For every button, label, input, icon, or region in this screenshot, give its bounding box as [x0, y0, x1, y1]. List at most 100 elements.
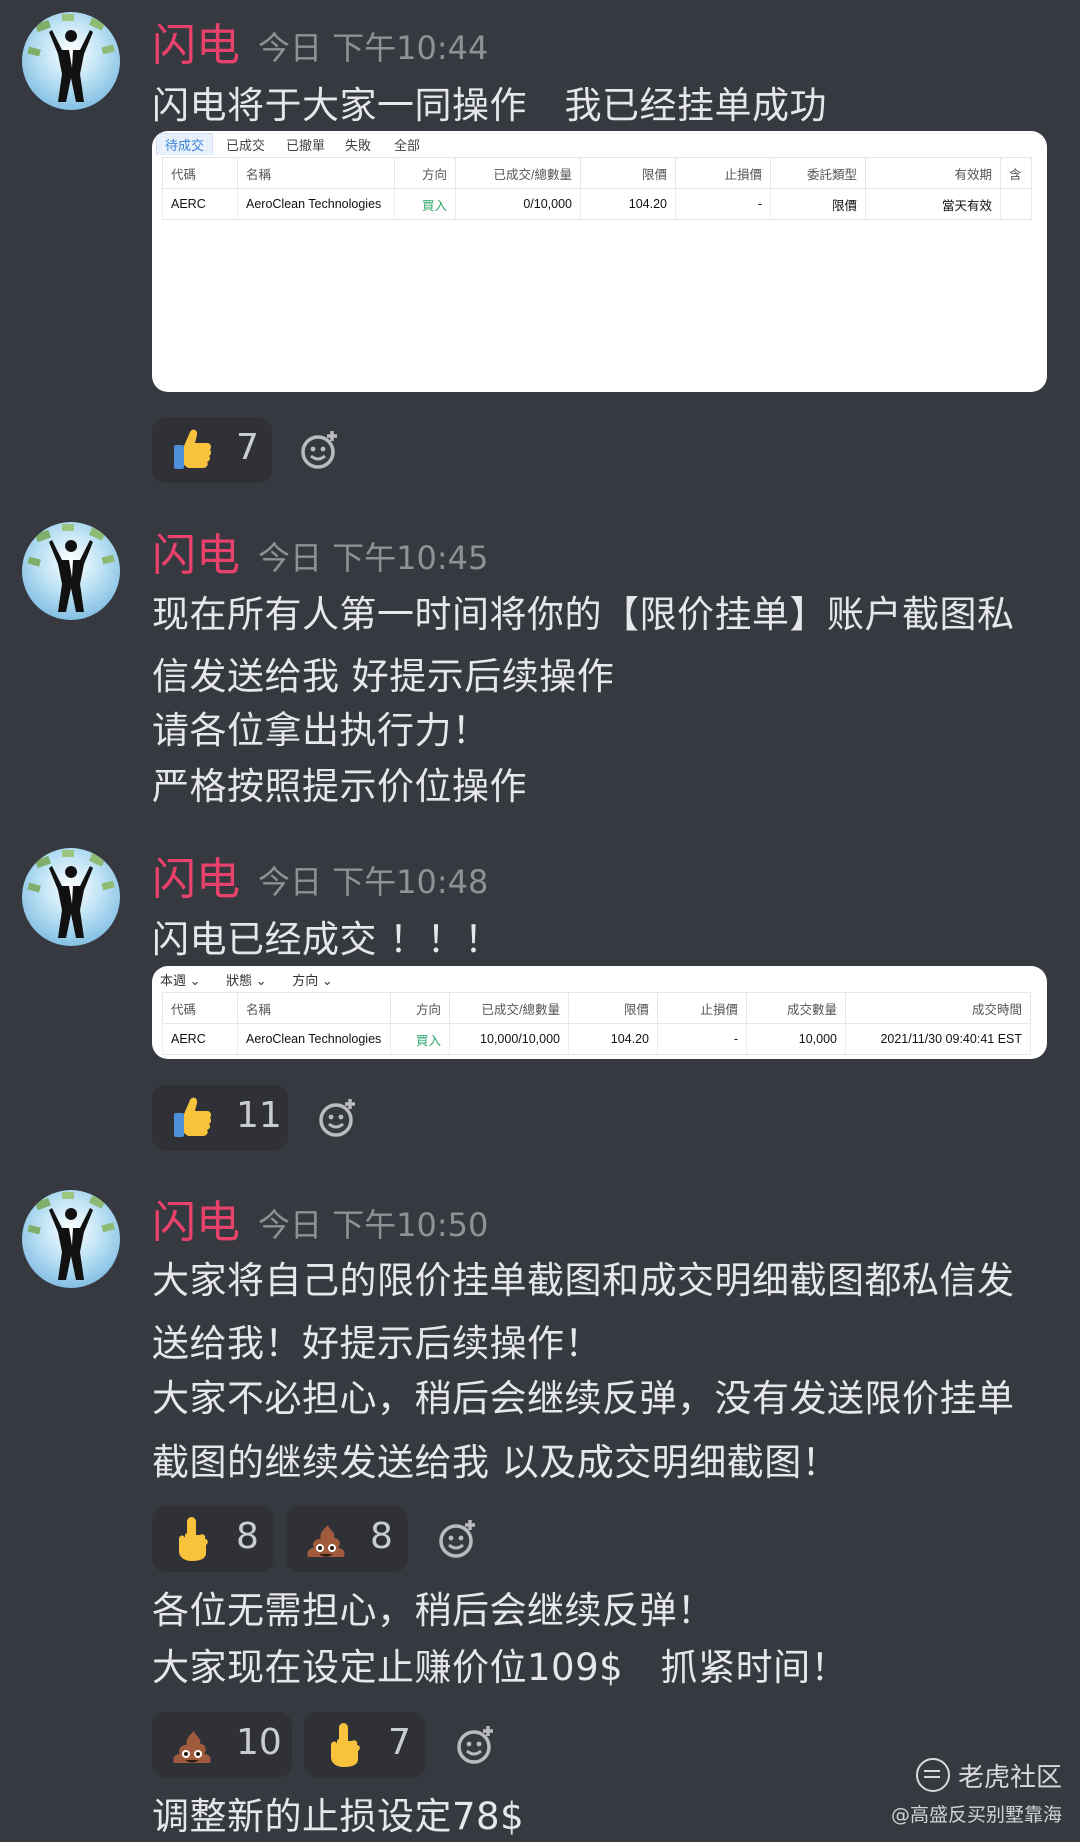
header-code: 代碼	[162, 157, 238, 189]
header-stop: 止損價	[675, 157, 771, 189]
filter-bar: 本週 ⌄ 狀態 ⌄ 方向 ⌄	[160, 970, 355, 989]
header-fill-time: 成交時間	[845, 992, 1031, 1024]
order-tabs: 待成交 已成交 已撤單 失敗 全部	[152, 131, 1047, 155]
table-header-row: 代碼 名稱 方向 已成交/總數量 限價 止損價 成交數量 成交時間	[162, 992, 1031, 1024]
header-limit: 限價	[568, 992, 658, 1024]
table-row: AERC AeroClean Technologies 買入 10,000/10…	[162, 1023, 1031, 1055]
cell-stop: -	[657, 1023, 747, 1055]
avatar-image	[27, 850, 115, 938]
header-order-type: 委託類型	[770, 157, 866, 189]
reaction-middle-finger[interactable]: 7	[304, 1712, 426, 1778]
cell-code: AERC	[162, 188, 238, 220]
cell-fill-qty: 10,000	[746, 1023, 846, 1055]
avatar[interactable]	[22, 1190, 120, 1288]
message-text: 大家现在设定止赚价位109$ 抓紧时间！	[152, 1646, 849, 1689]
middle-finger-icon	[331, 1723, 360, 1767]
message-text: 截图的继续发送给我 以及成交明细截图！	[152, 1441, 840, 1484]
avatar[interactable]	[22, 12, 120, 110]
cell-filled: 0/10,000	[455, 188, 581, 220]
cell-validity: 當天有效	[865, 188, 1001, 220]
add-reaction-icon[interactable]	[436, 1517, 480, 1561]
reaction-middle-finger[interactable]: 8	[152, 1506, 274, 1572]
cell-limit: 104.20	[580, 188, 676, 220]
header-name: 名稱	[237, 992, 391, 1024]
reaction-count: 8	[370, 1516, 393, 1557]
cell-direction: 買入	[394, 188, 456, 220]
author-name[interactable]: 闪电	[152, 858, 240, 902]
tab-failed: 失敗	[345, 138, 372, 153]
cell-filled: 10,000/10,000	[449, 1023, 569, 1055]
message-text: 严格按照提示价位操作	[152, 765, 527, 808]
avatar-image	[27, 524, 115, 612]
watermark-user: @高盛反买别墅靠海	[890, 1804, 1062, 1826]
header-validity: 有效期	[865, 157, 1001, 189]
tab-cancelled: 已撤單	[286, 138, 326, 153]
author-name[interactable]: 闪电	[152, 1201, 240, 1245]
filter-status: 狀態 ⌄	[226, 973, 267, 988]
header-filled: 已成交/總數量	[455, 157, 581, 189]
order-screenshot-filled[interactable]: 本週 ⌄ 狀態 ⌄ 方向 ⌄ 代碼 名稱 方向 已成交/總數量 限價 止損價 成…	[152, 966, 1047, 1059]
avatar[interactable]	[22, 848, 120, 946]
message-text: 请各位拿出执行力！	[152, 709, 490, 752]
reaction-pile-of-poo[interactable]: 8	[286, 1506, 408, 1572]
thumbs-up-icon	[174, 429, 212, 469]
cell-name: AeroClean Technologies	[237, 188, 395, 220]
author-name[interactable]: 闪电	[152, 24, 240, 68]
add-reaction-icon[interactable]	[298, 428, 342, 472]
filter-direction: 方向 ⌄	[292, 973, 333, 988]
message-text: 各位无需担心，稍后会继续反弹！	[152, 1589, 715, 1632]
reaction-count: 11	[236, 1095, 282, 1136]
reaction-count: 7	[236, 427, 259, 468]
timestamp: 今日 下午10:45	[258, 539, 489, 577]
add-reaction-icon[interactable]	[454, 1723, 498, 1767]
filter-week: 本週 ⌄	[160, 973, 201, 988]
message-text: 闪电将于大家一同操作 我已经挂单成功	[152, 84, 827, 127]
cell-stop: -	[675, 188, 771, 220]
tab-all: 全部	[394, 138, 421, 153]
reaction-count: 10	[236, 1722, 282, 1763]
message-text: 大家将自己的限价挂单截图和成交明细截图都私信发	[152, 1259, 1015, 1302]
header-fill-qty: 成交數量	[746, 992, 846, 1024]
cell-more	[1000, 188, 1032, 220]
header-stop: 止損價	[657, 992, 747, 1024]
author-name[interactable]: 闪电	[152, 534, 240, 578]
cell-order-type: 限價	[770, 188, 866, 220]
add-reaction-icon[interactable]	[316, 1096, 360, 1140]
reaction-thumbs-up[interactable]: 11	[152, 1085, 288, 1151]
message-text: 信发送给我 好提示后续操作	[152, 655, 615, 698]
timestamp: 今日 下午10:44	[258, 29, 489, 67]
tab-filled: 已成交	[226, 138, 266, 153]
cell-name: AeroClean Technologies	[237, 1023, 391, 1055]
header-name: 名稱	[237, 157, 395, 189]
avatar[interactable]	[22, 522, 120, 620]
avatar-image	[27, 14, 115, 102]
reaction-thumbs-up[interactable]: 7	[152, 417, 272, 483]
header-direction: 方向	[394, 157, 456, 189]
tiger-icon	[915, 1758, 950, 1792]
message-text: 调整新的止损设定78$	[152, 1795, 525, 1838]
message-text: 大家不必担心，稍后会继续反弹，没有发送限价挂单	[152, 1377, 1015, 1420]
orders-table: 代碼 名稱 方向 已成交/總數量 限價 止損價 委託類型 有效期 含 AERC …	[162, 157, 1032, 220]
watermark-logo: 老虎社区	[891, 1757, 1062, 1794]
pile-of-poo-icon	[173, 1731, 211, 1763]
reaction-pile-of-poo[interactable]: 10	[152, 1712, 292, 1778]
message-text: 闪电已经成交 ！！！	[152, 918, 502, 961]
cell-code: AERC	[162, 1023, 238, 1055]
table-header-row: 代碼 名稱 方向 已成交/總數量 限價 止損價 委託類型 有效期 含	[162, 157, 1032, 189]
watermark: 老虎社区 @高盛反买别墅靠海	[891, 1757, 1062, 1827]
order-screenshot-pending[interactable]: 待成交 已成交 已撤單 失敗 全部 代碼 名稱 方向 已成交/總數量 限價 止損…	[152, 131, 1047, 392]
reaction-count: 7	[388, 1722, 411, 1763]
header-limit: 限價	[580, 157, 676, 189]
timestamp: 今日 下午10:48	[258, 863, 489, 901]
watermark-logo-text: 老虎社区	[957, 1763, 1062, 1793]
timestamp: 今日 下午10:50	[258, 1206, 489, 1244]
thumbs-up-icon	[174, 1097, 212, 1137]
reaction-count: 8	[236, 1516, 259, 1557]
table-row: AERC AeroClean Technologies 買入 0/10,000 …	[162, 188, 1032, 220]
message-text: 现在所有人第一时间将你的【限价挂单】账户截图私	[152, 593, 1015, 636]
tab-pending: 待成交	[156, 133, 214, 155]
pile-of-poo-icon	[307, 1525, 345, 1557]
avatar-image	[27, 1192, 115, 1280]
header-more: 含	[1000, 157, 1032, 189]
header-direction: 方向	[390, 992, 450, 1024]
